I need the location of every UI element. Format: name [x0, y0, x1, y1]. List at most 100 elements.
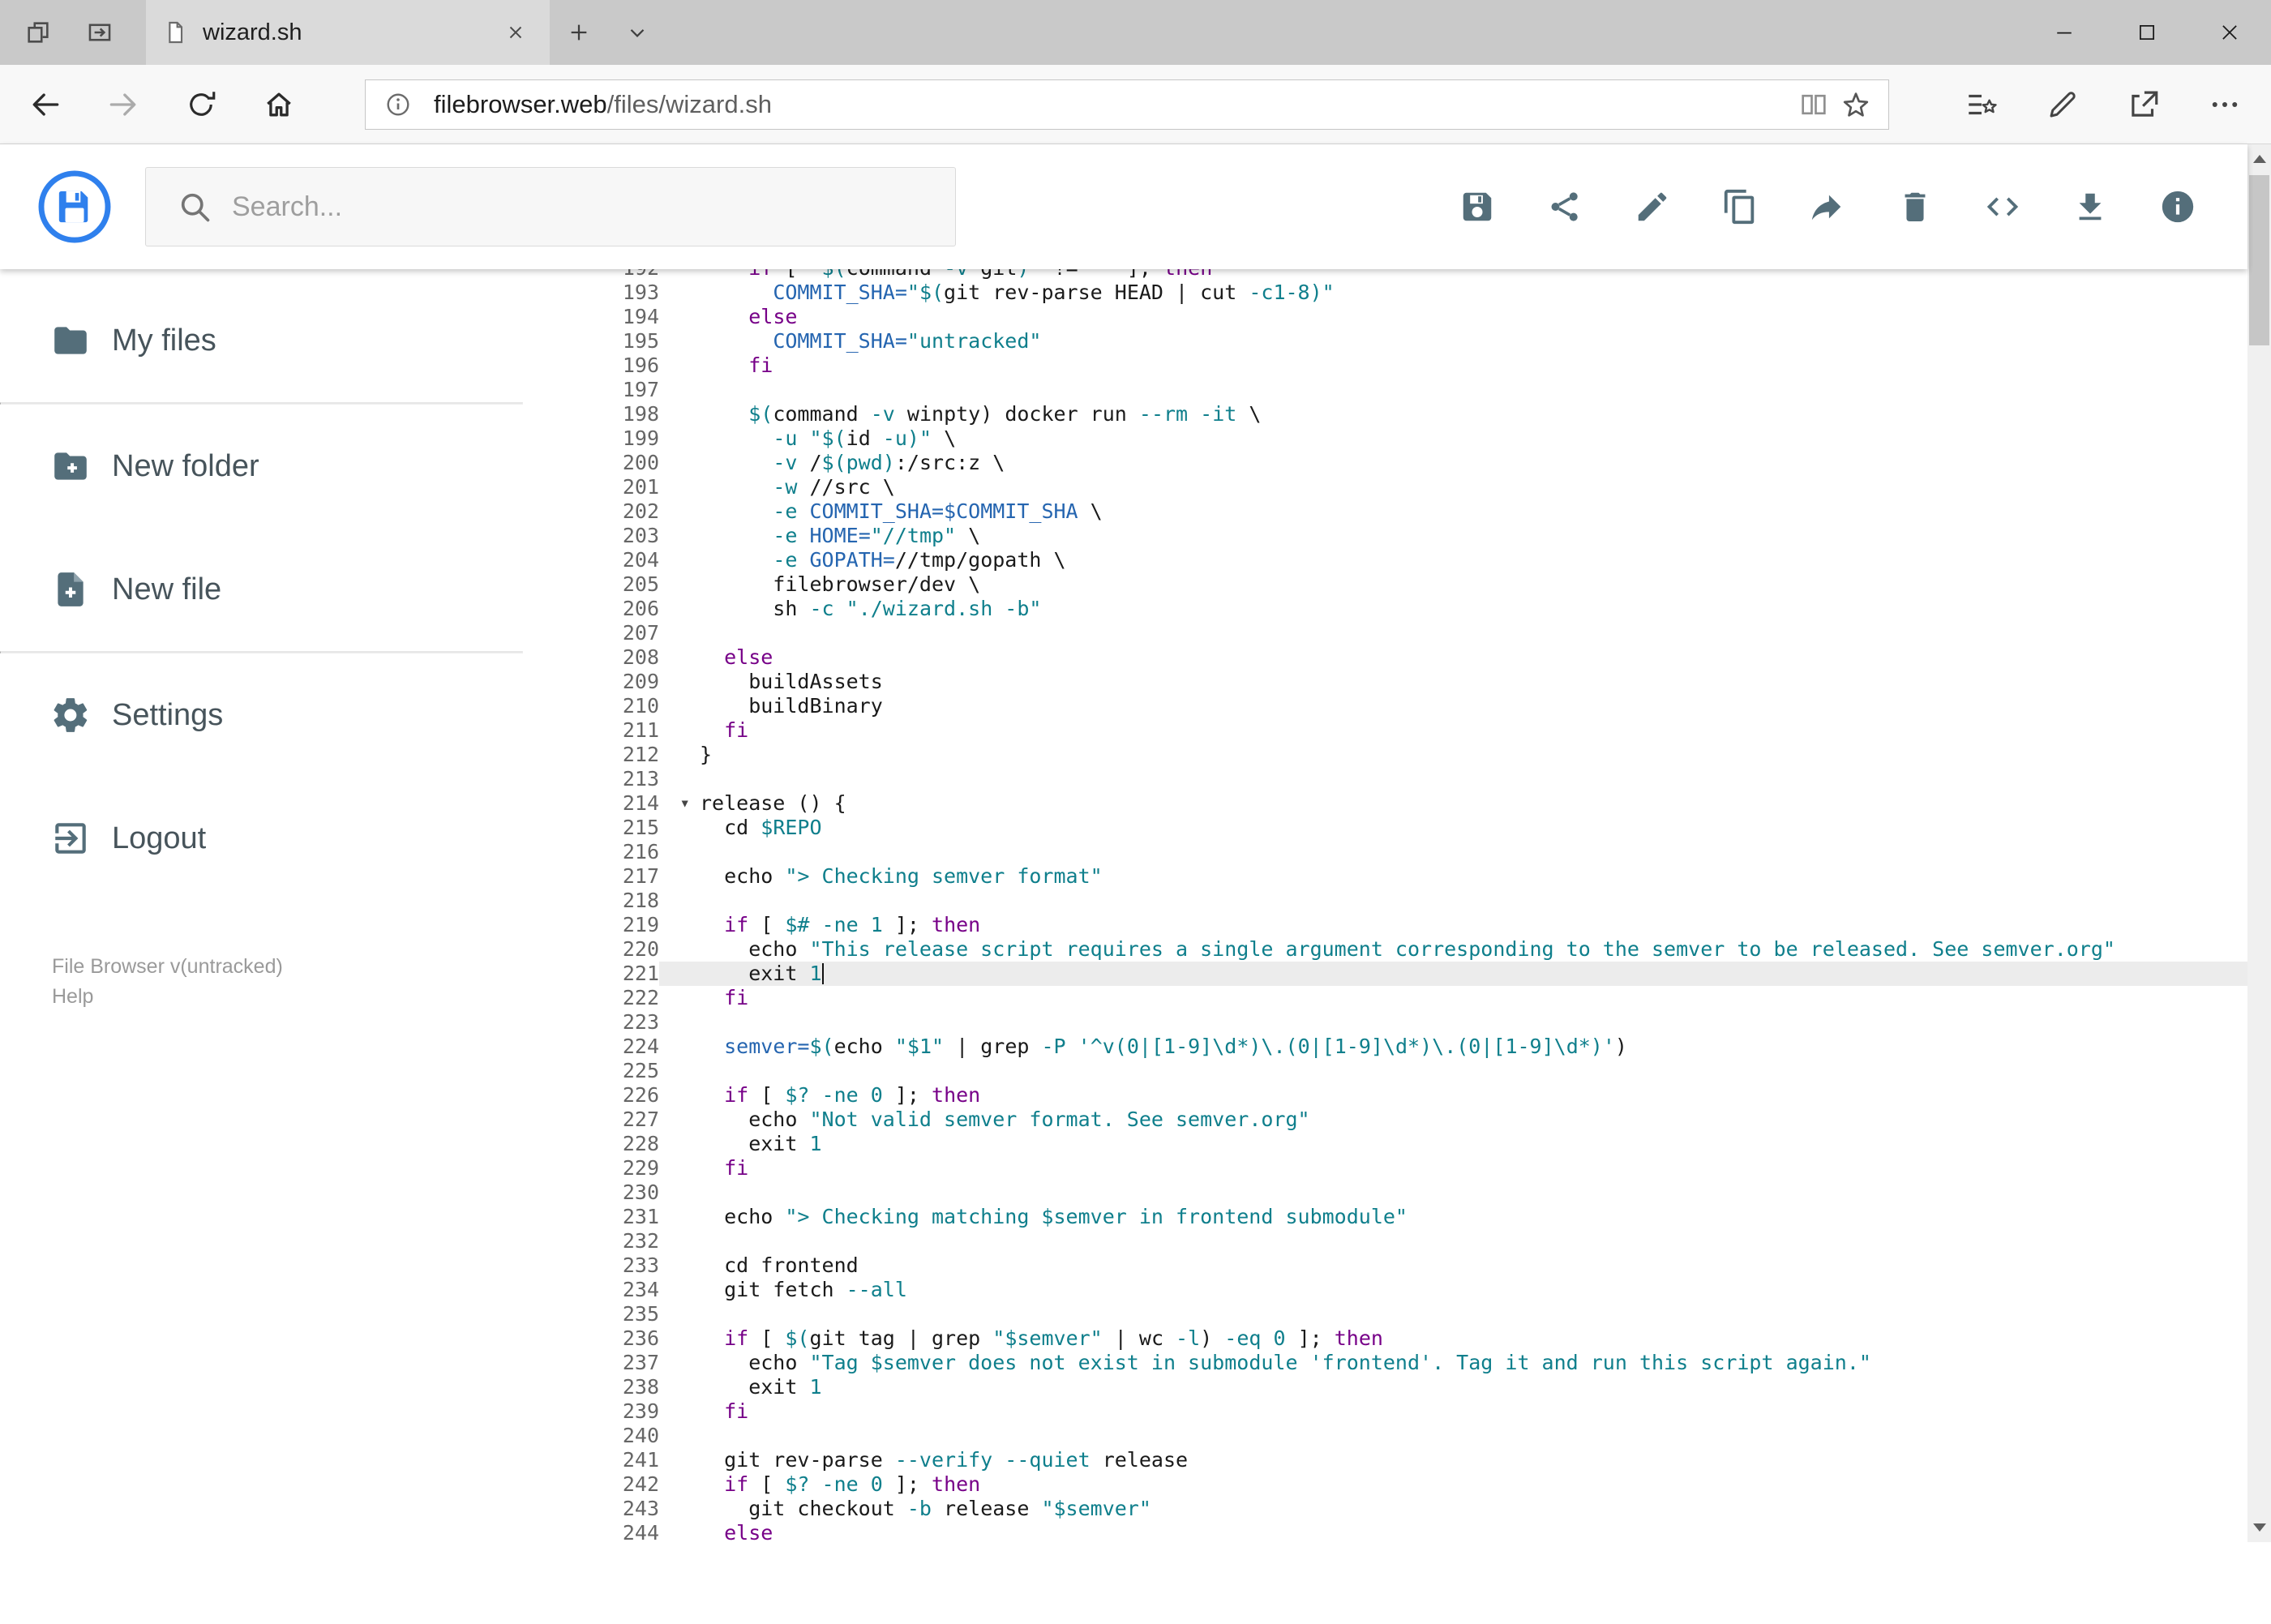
code-line[interactable]: 202 -e COMMIT_SHA=$COMMIT_SHA \ — [523, 499, 2247, 524]
code-line[interactable]: 225 — [523, 1059, 2247, 1083]
copy-icon[interactable] — [1706, 173, 1774, 241]
code-line[interactable]: 221 exit 1 — [523, 962, 2247, 986]
code-line[interactable]: 220 echo "This release script requires a… — [523, 937, 2247, 962]
scrollbar-down-arrow-icon[interactable] — [2247, 1513, 2271, 1542]
code-line[interactable]: 227 echo "Not valid semver format. See s… — [523, 1108, 2247, 1132]
code-line[interactable]: 217 echo "> Checking semver format" — [523, 864, 2247, 889]
forward-button[interactable] — [84, 66, 162, 144]
web-note-pen-icon[interactable] — [2024, 66, 2102, 144]
code-line[interactable]: 243 git checkout -b release "$semver" — [523, 1497, 2247, 1521]
code-line[interactable]: 204 -e GOPATH=//tmp/gopath \ — [523, 548, 2247, 572]
site-info-icon[interactable] — [377, 84, 419, 126]
code-line[interactable]: 228 exit 1 — [523, 1132, 2247, 1156]
code-line[interactable]: 205 filebrowser/dev \ — [523, 572, 2247, 597]
code-line[interactable]: 207 — [523, 621, 2247, 645]
search-input[interactable] — [232, 191, 897, 223]
reading-view-icon[interactable] — [1793, 84, 1835, 126]
delete-icon[interactable] — [1881, 173, 1949, 241]
set-tabs-aside-icon[interactable] — [15, 9, 62, 56]
sidebar-item-new-file[interactable]: New file — [0, 528, 523, 651]
code-line[interactable]: 229 fi — [523, 1156, 2247, 1181]
code-line[interactable]: 231 echo "> Checking matching $semver in… — [523, 1205, 2247, 1229]
code-line[interactable]: 201 -w //src \ — [523, 475, 2247, 499]
code-line[interactable]: 212} — [523, 743, 2247, 767]
scrollbar-up-arrow-icon[interactable] — [2247, 144, 2271, 174]
sidebar-item-new-folder[interactable]: New folder — [0, 405, 523, 528]
source-code-icon[interactable] — [1969, 173, 2037, 241]
close-window-button[interactable] — [2188, 0, 2271, 65]
code-line[interactable]: 209 buildAssets — [523, 670, 2247, 694]
code-line[interactable]: 226 if [ $? -ne 0 ]; then — [523, 1083, 2247, 1108]
code-line[interactable]: 215 cd $REPO — [523, 816, 2247, 840]
code-line[interactable]: 233 cd frontend — [523, 1253, 2247, 1278]
edit-icon[interactable] — [1618, 173, 1686, 241]
refresh-button[interactable] — [162, 66, 240, 144]
code-line[interactable]: 239 fi — [523, 1399, 2247, 1424]
help-link[interactable]: Help — [52, 982, 523, 1012]
code-line[interactable]: 218 — [523, 889, 2247, 913]
code-line[interactable]: 193 COMMIT_SHA="$(git rev-parse HEAD | c… — [523, 281, 2247, 305]
filebrowser-logo-icon[interactable] — [37, 169, 112, 244]
code-line[interactable]: 213 — [523, 767, 2247, 791]
code-line[interactable]: 216 — [523, 840, 2247, 864]
code-line[interactable]: 230 — [523, 1181, 2247, 1205]
code-line[interactable]: 219 if [ $# -ne 1 ]; then — [523, 913, 2247, 937]
more-ellipsis-icon[interactable] — [2186, 66, 2264, 144]
code-line[interactable]: 237 echo "Tag $semver does not exist in … — [523, 1351, 2247, 1375]
code-line[interactable]: 194 else — [523, 305, 2247, 329]
tab-list-chevron-icon[interactable] — [608, 0, 666, 65]
code-line[interactable]: 203 -e HOME="//tmp" \ — [523, 524, 2247, 548]
maximize-button[interactable] — [2106, 0, 2188, 65]
fold-arrow-icon[interactable]: ▾ — [679, 791, 690, 815]
code-line[interactable]: 235 — [523, 1302, 2247, 1326]
code-line[interactable]: 197 — [523, 378, 2247, 402]
browser-tab[interactable]: wizard.sh — [146, 0, 550, 65]
code-line[interactable]: 240 — [523, 1424, 2247, 1448]
new-tab-button[interactable] — [550, 0, 608, 65]
code-line[interactable]: 214 ▾ release () { — [523, 791, 2247, 816]
favorite-star-icon[interactable] — [1835, 84, 1877, 126]
share-page-icon[interactable] — [2105, 66, 2183, 144]
minimize-button[interactable] — [2023, 0, 2106, 65]
code-line[interactable]: 195 COMMIT_SHA="untracked" — [523, 329, 2247, 354]
code-line[interactable]: 234 git fetch --all — [523, 1278, 2247, 1302]
address-bar[interactable]: filebrowser.web/files/wizard.sh — [365, 79, 1889, 130]
code-line[interactable]: 236 if [ $(git tag | grep "$semver" | wc… — [523, 1326, 2247, 1351]
share-icon[interactable] — [1531, 173, 1599, 241]
code-line[interactable]: 210 buildBinary — [523, 694, 2247, 718]
code-line[interactable]: 241 git rev-parse --verify --quiet relea… — [523, 1448, 2247, 1472]
scrollbar-thumb[interactable] — [2249, 175, 2269, 345]
home-button[interactable] — [240, 66, 318, 144]
code-line[interactable]: 244 else — [523, 1521, 2247, 1542]
code-line[interactable]: 196 fi — [523, 354, 2247, 378]
code-line[interactable]: 222 fi — [523, 986, 2247, 1010]
tab-preview-toggle-icon[interactable] — [76, 9, 123, 56]
code-line[interactable]: 199 -u "$(id -u)" \ — [523, 426, 2247, 451]
info-icon[interactable] — [2144, 173, 2212, 241]
code-editor[interactable]: 192 if [ "$(command -v git)" != "" ]; th… — [523, 269, 2247, 1542]
sidebar-item-logout[interactable]: Logout — [0, 777, 523, 900]
line-number: 223 — [622, 1010, 659, 1034]
code-line[interactable]: 198 $(command -v winpty) docker run --rm… — [523, 402, 2247, 426]
tab-close-icon[interactable] — [498, 15, 533, 50]
move-icon[interactable] — [1793, 173, 1862, 241]
hub-favorites-icon[interactable] — [1943, 66, 2020, 144]
code-line[interactable]: 224 semver=$(echo "$1" | grep -P '^v(0|[… — [523, 1035, 2247, 1059]
code-line[interactable]: 192 if [ "$(command -v git)" != "" ]; th… — [523, 269, 2247, 281]
back-button[interactable] — [6, 66, 84, 144]
save-icon[interactable] — [1443, 173, 1511, 241]
code-line[interactable]: 242 if [ $? -ne 0 ]; then — [523, 1472, 2247, 1497]
sidebar-item-my-files[interactable]: My files — [0, 279, 523, 402]
code-line[interactable]: 238 exit 1 — [523, 1375, 2247, 1399]
code-line[interactable]: 200 -v /$(pwd):/src:z \ — [523, 451, 2247, 475]
url-text[interactable]: filebrowser.web/files/wizard.sh — [434, 90, 772, 119]
page-scrollbar[interactable] — [2247, 144, 2271, 1542]
code-line[interactable]: 211 fi — [523, 718, 2247, 743]
code-line[interactable]: 223 — [523, 1010, 2247, 1035]
code-line[interactable]: 206 sh -c "./wizard.sh -b" — [523, 597, 2247, 621]
search-box[interactable] — [145, 167, 956, 246]
code-line[interactable]: 208 else — [523, 645, 2247, 670]
download-icon[interactable] — [2056, 173, 2124, 241]
sidebar-item-settings[interactable]: Settings — [0, 653, 523, 777]
code-line[interactable]: 232 — [523, 1229, 2247, 1253]
